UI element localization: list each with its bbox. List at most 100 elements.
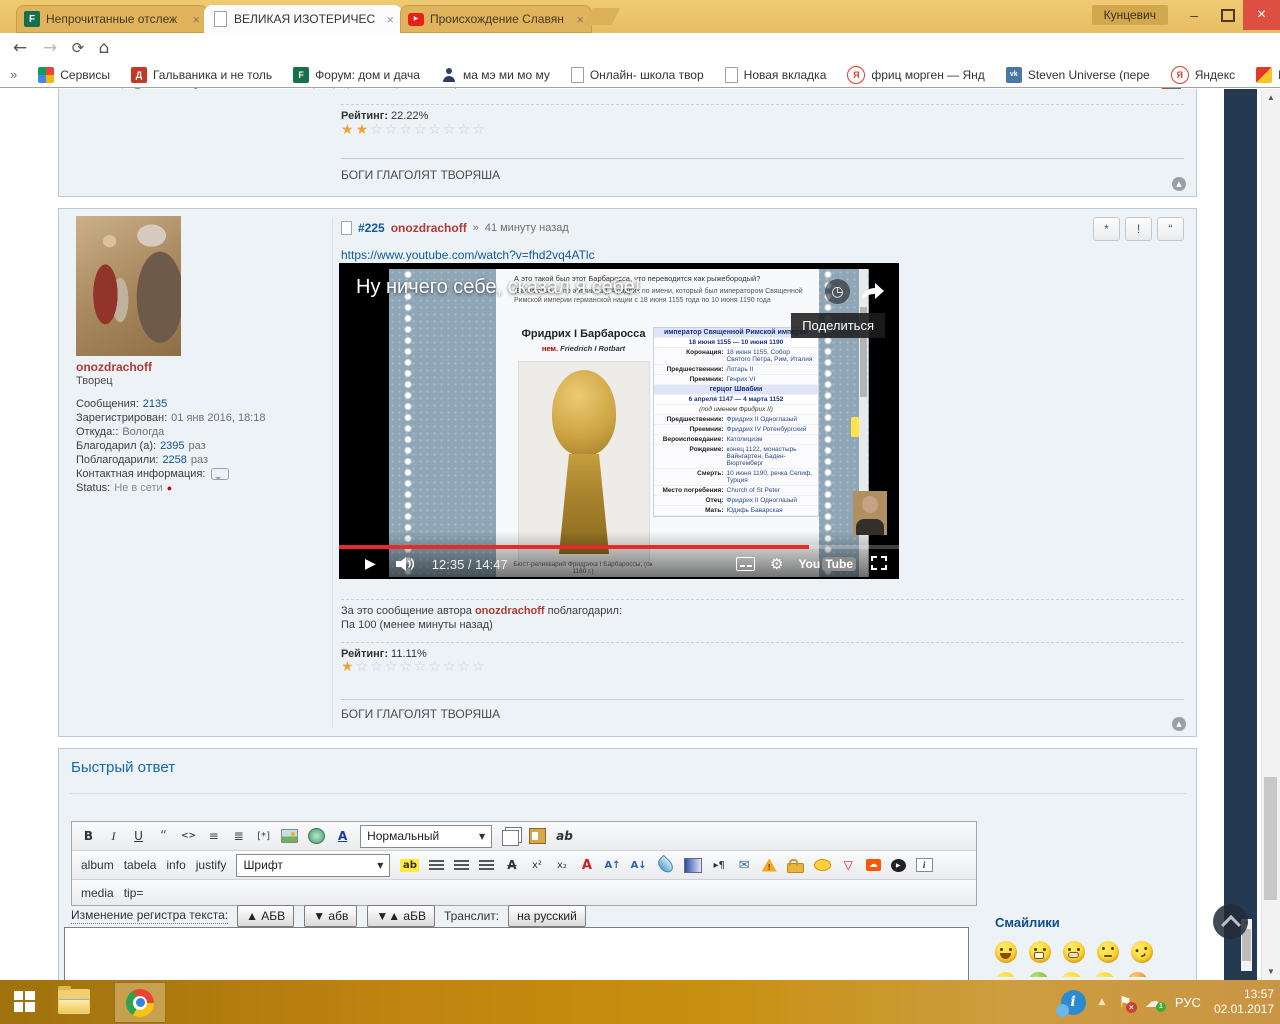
bookmark[interactable]: Онлайн- школа твор	[571, 67, 704, 83]
window-close-button[interactable]: ×	[1243, 0, 1280, 30]
smiley[interactable]	[1097, 941, 1119, 963]
star-icon[interactable]: ☆	[428, 659, 443, 675]
align-right-button[interactable]	[479, 860, 494, 871]
video-title-overlay[interactable]: Ну ничего себе, сказал я себе!	[356, 276, 640, 299]
bold-button[interactable]: B	[81, 828, 96, 844]
share-icon[interactable]	[861, 281, 885, 304]
star-icon[interactable]: ☆	[385, 659, 400, 675]
lowercase-button[interactable]: ▼ абв	[304, 905, 357, 927]
youtube-link[interactable]: https://www.youtube.com/watch?v=fhd2vq4A…	[341, 248, 595, 262]
font-larger-button[interactable]: A↑	[604, 857, 620, 873]
uppercase-button[interactable]: ▲ АБВ	[237, 905, 294, 927]
file-explorer-icon[interactable]	[58, 989, 90, 1014]
smiley[interactable]	[1127, 972, 1148, 977]
alert-button[interactable]: ▽	[841, 857, 856, 873]
taskbar-clock[interactable]: 13:57 02.01.2017	[1214, 987, 1274, 1017]
drop-button[interactable]	[655, 855, 676, 876]
language-indicator[interactable]: РУС	[1175, 995, 1201, 1010]
togglecase-button[interactable]: ▼▲ аБВ	[367, 905, 435, 927]
bookmark[interactable]: Я фриц морген — Янд	[847, 66, 984, 84]
post-number[interactable]: #225	[358, 221, 385, 235]
star-icon[interactable]: ★	[341, 122, 356, 138]
report-button[interactable]: !	[1125, 217, 1152, 241]
gradient-button[interactable]	[684, 858, 702, 873]
home-icon[interactable]: ⌂	[92, 36, 116, 60]
subscript-button[interactable]: x₂	[554, 857, 569, 873]
soundcloud-button[interactable]: ☁	[866, 859, 881, 871]
align-justify-button[interactable]	[454, 860, 469, 871]
album-button[interactable]: album	[81, 857, 114, 873]
go-top-icon[interactable]: ▲	[1172, 717, 1186, 731]
italic-button[interactable]: I	[106, 828, 121, 844]
browser-tab-youtube[interactable]: ▶ Происхождение Славян ×	[400, 5, 592, 33]
direction-button[interactable]: ▸¶	[712, 857, 727, 873]
avatar[interactable]	[76, 216, 181, 356]
action-center-flag-icon[interactable]: ⚑ ×	[1118, 993, 1131, 1011]
strike-button[interactable]: A	[504, 857, 519, 873]
smiley[interactable]	[1129, 939, 1156, 966]
translit-button[interactable]: на русский	[508, 905, 586, 927]
bookmarks-overflow-icon[interactable]: »	[10, 67, 17, 82]
scroll-up-icon[interactable]: ▲	[1262, 93, 1280, 102]
star-icon[interactable]: ☆	[428, 122, 443, 138]
video-button[interactable]: ▶	[891, 859, 906, 872]
bookmark[interactable]: F Форум: дом и дача	[293, 67, 420, 83]
browser-tab-active[interactable]: ВЕЛИКАЯ ИЗОТЕРИЧЕС ×	[204, 5, 402, 33]
smiley[interactable]	[1029, 941, 1051, 963]
smiley[interactable]	[995, 941, 1017, 963]
bookmark[interactable]: Новая вкладка	[725, 67, 827, 83]
watch-later-icon[interactable]: ◷	[825, 279, 850, 304]
thanks-by[interactable]: Па 100 (менее минуты назад)	[341, 619, 493, 631]
smiley[interactable]	[1028, 972, 1049, 977]
tab-close-icon[interactable]: ×	[382, 12, 394, 27]
align-center-button[interactable]	[429, 860, 444, 871]
font-select[interactable]: Шрифт ▼	[236, 854, 390, 877]
star-icon[interactable]: ☆	[458, 122, 473, 138]
youtube-logo[interactable]: You Tube	[798, 557, 856, 571]
smiley[interactable]	[1063, 941, 1085, 963]
go-top-icon[interactable]: ▲	[1172, 177, 1186, 191]
start-button[interactable]	[14, 991, 35, 1012]
subtitles-icon[interactable]	[736, 557, 755, 571]
fullscreen-icon[interactable]	[871, 556, 887, 573]
info-doc-button[interactable]: i	[916, 858, 933, 872]
scroll-down-icon[interactable]: ▼	[1262, 967, 1280, 976]
highlight-button[interactable]: ab	[400, 859, 419, 872]
post-author-name[interactable]: onozdrachoff	[76, 360, 152, 374]
reply-textarea[interactable]	[64, 927, 969, 981]
channel-thumbnail[interactable]	[853, 491, 887, 535]
tab-close-icon[interactable]: ×	[188, 12, 200, 27]
window-minimize-button[interactable]: –	[1175, 0, 1213, 30]
post-author-link[interactable]: onozdrachoff	[391, 221, 467, 235]
play-icon[interactable]: ▶	[365, 556, 376, 572]
copy-button[interactable]	[502, 830, 519, 846]
tip-button[interactable]: tip=	[124, 885, 144, 901]
speech-button[interactable]	[814, 859, 831, 871]
bookmark[interactable]: Почта	[1256, 67, 1280, 83]
smiley[interactable]	[1094, 972, 1115, 977]
star-icon[interactable]: ☆	[370, 122, 385, 138]
forward-icon[interactable]: →	[38, 36, 62, 60]
bookmark[interactable]: Сервисы	[38, 67, 110, 83]
thanks-author-link[interactable]: onozdrachoff	[475, 605, 545, 617]
browser-tab-unread[interactable]: F Непрочитанные отслеж ×	[16, 5, 208, 33]
youtube-player[interactable]: А это такой был этот Барбаросса, что пер…	[339, 263, 899, 579]
email-quote-button[interactable]: ✉	[737, 857, 752, 873]
list-button[interactable]: ≡	[206, 828, 221, 844]
star-icon[interactable]: ☆	[399, 659, 414, 675]
star-icon[interactable]: ☆	[458, 659, 473, 675]
star-icon[interactable]: ☆	[472, 122, 487, 138]
ordered-list-button[interactable]: ≣	[231, 828, 246, 844]
star-icon[interactable]: ☆	[472, 659, 487, 675]
report-star-button[interactable]: *	[1093, 217, 1120, 241]
star-icon[interactable]: ☆	[443, 122, 458, 138]
hidden-icons-caret[interactable]: ▲	[1099, 997, 1106, 1007]
font-smaller-button[interactable]: A↓	[631, 857, 647, 873]
ab-button[interactable]: ab	[556, 828, 573, 844]
star-icon[interactable]: ☆	[399, 122, 414, 138]
link-button[interactable]	[308, 828, 325, 844]
back-icon[interactable]: ←	[8, 36, 32, 60]
quote-button[interactable]: “	[156, 828, 171, 844]
list-item-button[interactable]: [*]	[256, 828, 271, 844]
star-icon[interactable]: ☆	[385, 122, 400, 138]
